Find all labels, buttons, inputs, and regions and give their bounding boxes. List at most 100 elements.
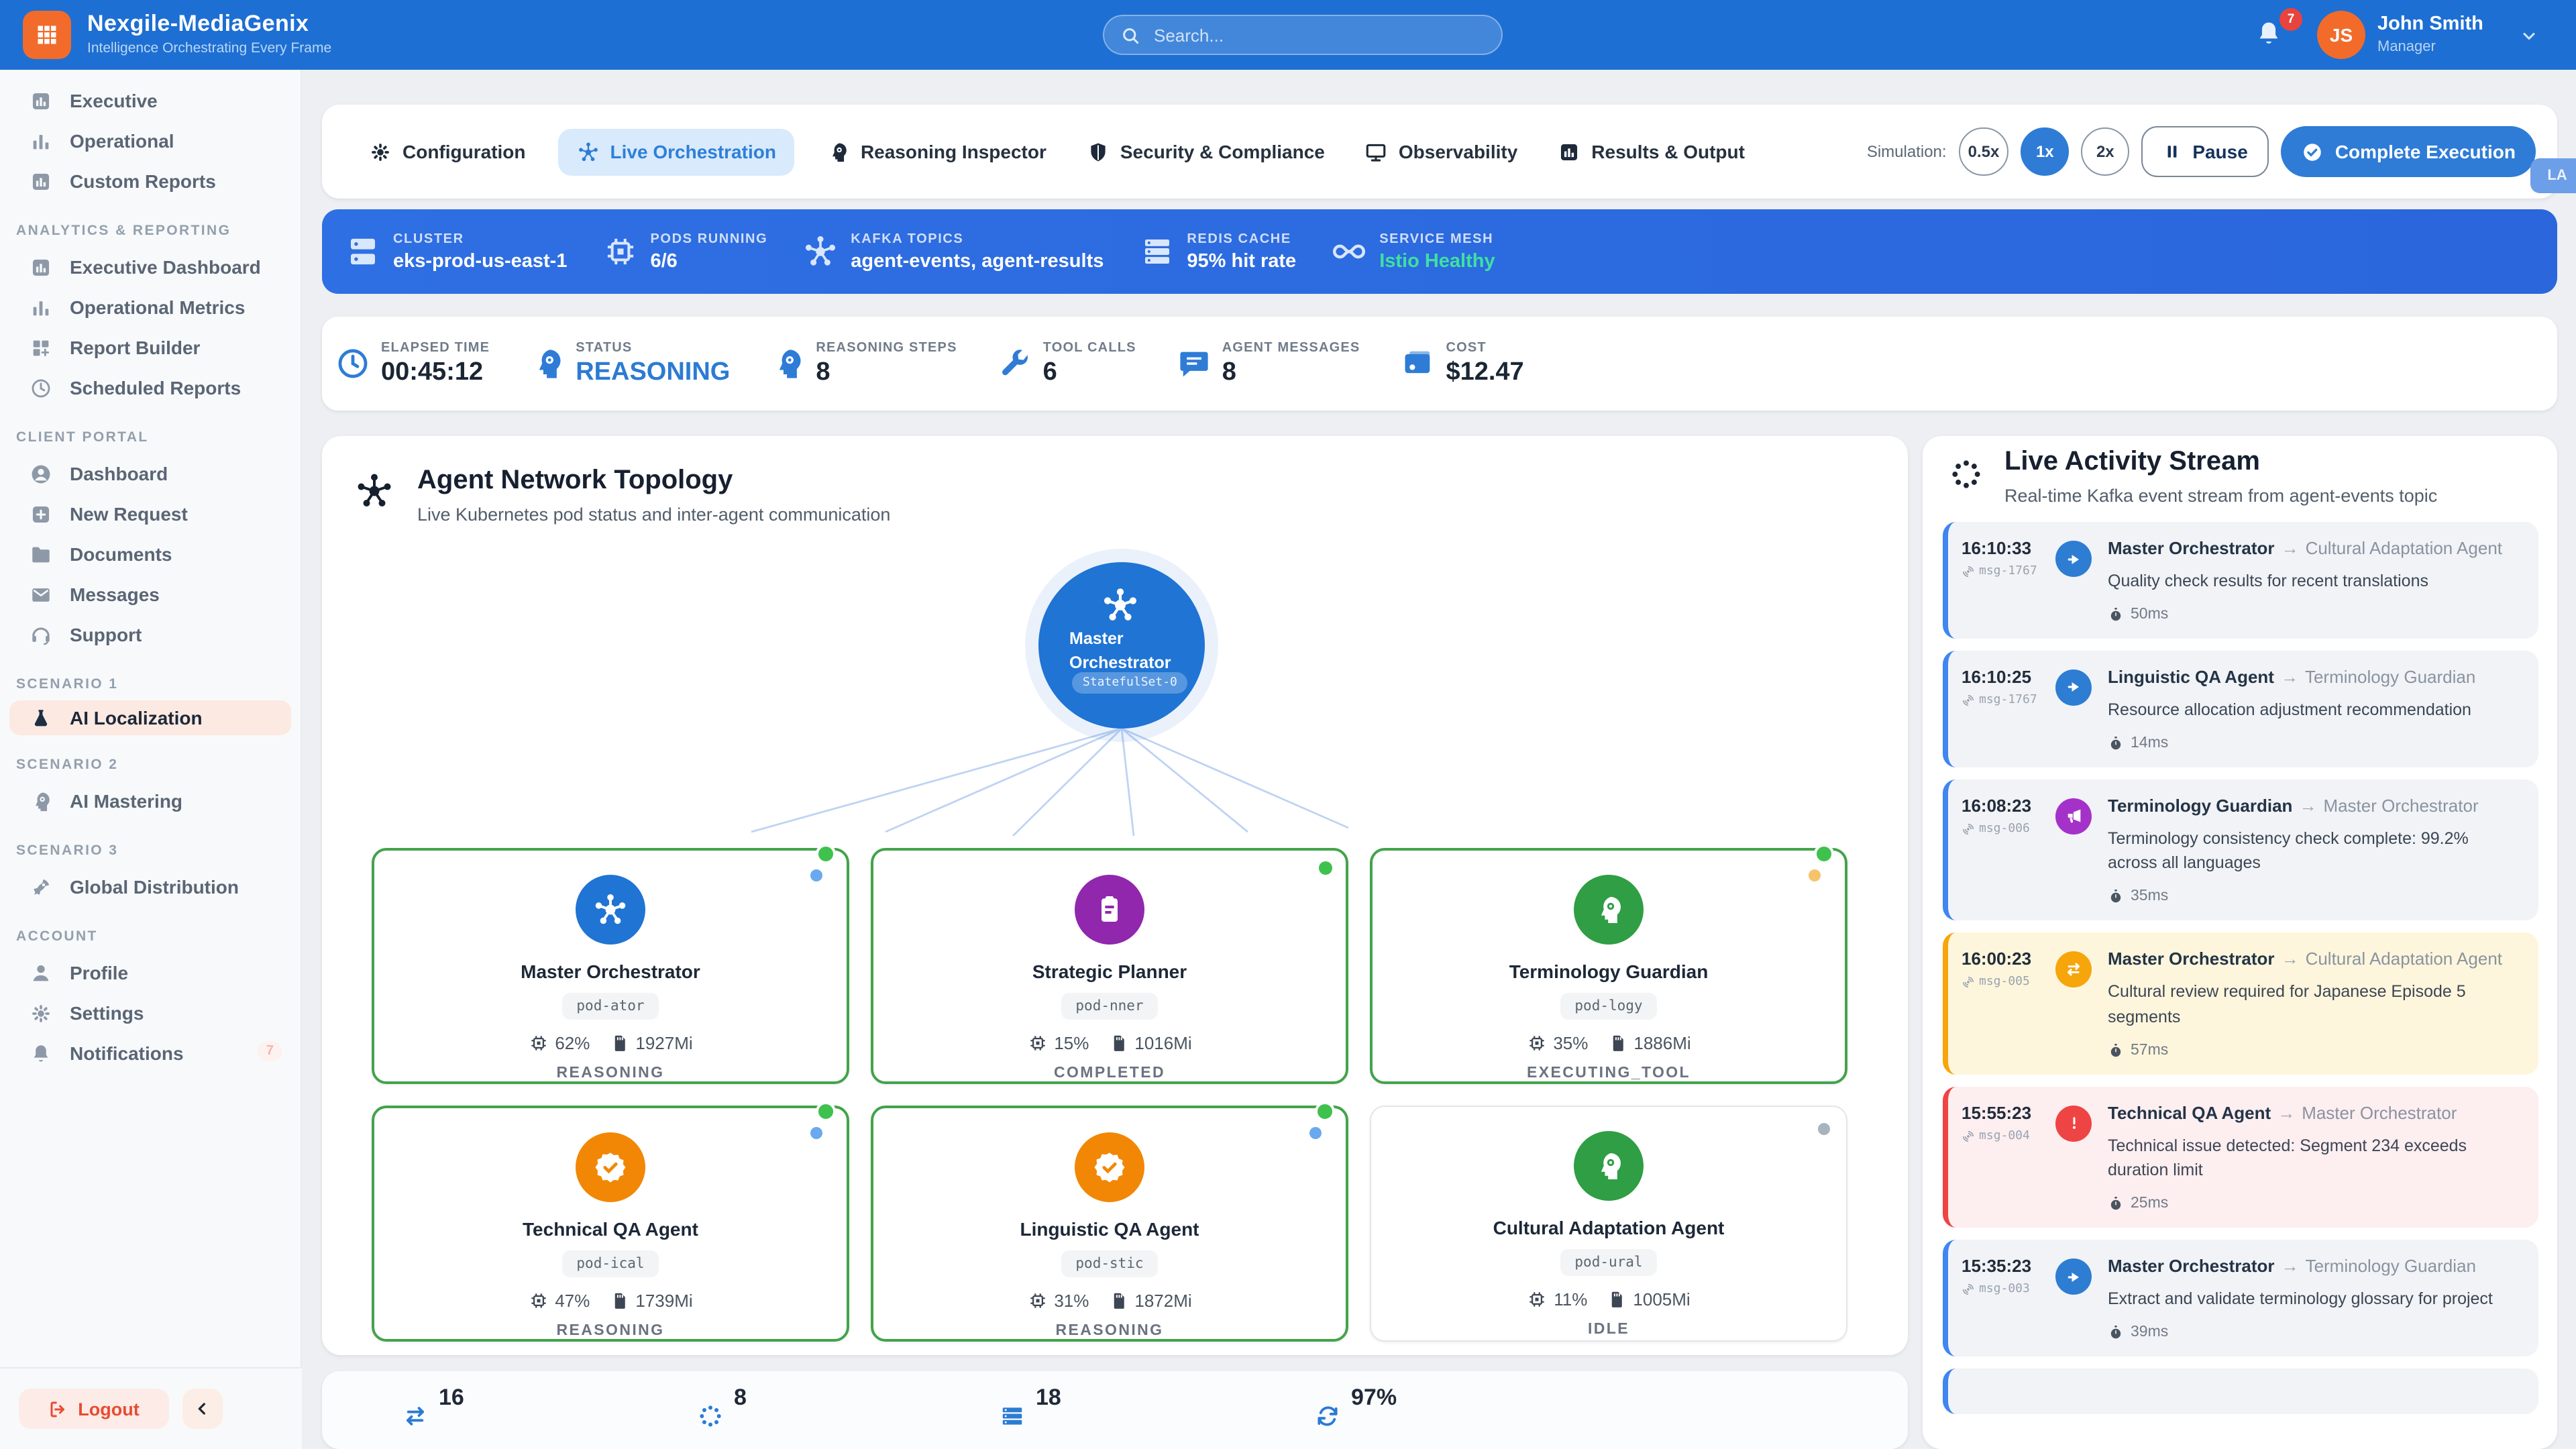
wallet-icon xyxy=(1400,346,1435,381)
event-item[interactable]: 16:10:33 msg-1767 Master Orchestrator Cul… xyxy=(1943,522,2538,639)
agent-card-cultural-adaptation[interactable]: Cultural Adaptation Agent pod-ural 11% 1… xyxy=(1370,1106,1847,1342)
simulation-label: Simulation: xyxy=(1866,142,1947,161)
tab-observability[interactable]: Observability xyxy=(1357,128,1525,175)
sidebar-collapse-button[interactable] xyxy=(182,1389,223,1429)
sidebar-item-executive-dashboard[interactable]: Executive Dashboard xyxy=(0,247,301,287)
event-item[interactable]: 15:55:23 msg-004 Technical QA Agent Maste… xyxy=(1943,1086,2538,1228)
speed-2x-button[interactable]: 2x xyxy=(2081,127,2130,176)
sidebar-item-new-request[interactable]: New Request xyxy=(0,494,301,534)
sidebar-item-global-distribution[interactable]: Global Distribution xyxy=(0,867,301,907)
memory-icon xyxy=(608,1033,629,1053)
sidebar-item-label: Global Distribution xyxy=(70,876,239,898)
tab-live-orchestration[interactable]: Live Orchestration xyxy=(557,128,795,175)
agent-name: Master Orchestrator xyxy=(521,961,700,982)
sidebar-item-operational-metrics[interactable]: Operational Metrics xyxy=(0,287,301,327)
sidebar-item-documents[interactable]: Documents xyxy=(0,534,301,574)
tab-configuration[interactable]: Configuration xyxy=(361,128,534,175)
agent-cards-grid: Master Orchestrator pod-ator 62% 1927Mi … xyxy=(372,844,1847,1342)
app-logo[interactable] xyxy=(23,11,71,59)
tab-label: Live Orchestration xyxy=(610,141,776,162)
sidebar-item-label: Executive xyxy=(70,90,158,111)
event-list[interactable]: 16:10:33 msg-1767 Master Orchestrator Cul… xyxy=(1943,522,2538,1414)
agent-card-linguistic-qa[interactable]: Linguistic QA Agent pod-stic 31% 1872Mi … xyxy=(871,1102,1348,1342)
badge-check-icon xyxy=(576,1132,645,1202)
pause-button[interactable]: Pause xyxy=(2141,126,2269,177)
sidebar-item-dashboard[interactable]: Dashboard xyxy=(0,453,301,494)
complete-execution-button[interactable]: Complete Execution xyxy=(2281,126,2536,177)
alert-icon xyxy=(2055,1105,2092,1141)
user-menu[interactable]: John Smith Manager xyxy=(2377,13,2483,56)
event-item-partial xyxy=(1943,1368,2538,1414)
sidebar-item-settings[interactable]: Settings xyxy=(0,993,301,1033)
activity-dot xyxy=(810,869,822,881)
sidebar-item-executive[interactable]: Executive xyxy=(0,80,301,121)
sidebar-item-report-builder[interactable]: Report Builder xyxy=(0,327,301,368)
spinner-icon xyxy=(698,1403,723,1429)
network-hub-icon xyxy=(576,875,645,945)
shield-icon xyxy=(1087,140,1110,163)
sidebar-item-scheduled-reports[interactable]: Scheduled Reports xyxy=(0,368,301,408)
live-activity-stream-panel: Live Activity Stream Real-time Kafka eve… xyxy=(1923,436,2557,1449)
speed-1x-button[interactable]: 1x xyxy=(2021,127,2070,176)
event-item[interactable]: 15:35:23 msg-003 Master Orchestrator Term… xyxy=(1943,1240,2538,1356)
event-to: Terminology Guardian xyxy=(2304,666,2476,687)
event-time: 16:10:33 xyxy=(1962,538,2032,558)
clipboard-icon xyxy=(1075,875,1144,945)
metric-label: REASONING STEPS xyxy=(816,340,957,355)
user-circle-icon xyxy=(30,462,52,485)
sidebar-item-ai-localization[interactable]: AI Localization xyxy=(9,700,291,735)
sidebar-item-custom-reports[interactable]: Custom Reports xyxy=(0,161,301,201)
redis-info: REDIS CACHE 95% hit rate xyxy=(1138,231,1296,272)
event-msg-id: msg-004 xyxy=(1979,1129,2030,1142)
banner-label: SERVICE MESH xyxy=(1379,231,1494,246)
head-gear-icon xyxy=(770,346,805,381)
search-bar[interactable] xyxy=(1103,15,1503,55)
agent-pod-badge: pod-ural xyxy=(1560,1249,1658,1276)
head-gear-icon xyxy=(1574,1131,1644,1201)
search-input[interactable] xyxy=(1151,23,1465,46)
metric-status: STATUS REASONING xyxy=(530,340,730,387)
tab-security-compliance[interactable]: Security & Compliance xyxy=(1079,128,1333,175)
check-circle-icon xyxy=(2302,140,2324,163)
sidebar-item-ai-mastering[interactable]: AI Mastering xyxy=(0,781,301,821)
sidebar-item-messages[interactable]: Messages xyxy=(0,574,301,614)
sidebar-item-notifications[interactable]: Notifications 7 xyxy=(0,1033,301,1073)
event-item[interactable]: 16:08:23 msg-006 Terminology Guardian Mas… xyxy=(1943,779,2538,920)
tab-results-output[interactable]: Results & Output xyxy=(1550,128,1753,175)
agent-card-terminology-guardian[interactable]: Terminology Guardian pod-logy 35% 1886Mi… xyxy=(1370,844,1847,1084)
idle-dot xyxy=(1818,1123,1830,1135)
spinner-icon xyxy=(1949,458,1983,491)
topology-subtitle: Live Kubernetes pod status and inter-age… xyxy=(417,504,891,525)
agent-status: IDLE xyxy=(1588,1322,1629,1338)
event-duration: 57ms xyxy=(2131,1042,2169,1058)
memory-icon xyxy=(608,1291,629,1311)
master-orchestrator-node[interactable]: Master Orchestrator StatefulSet-0 xyxy=(1038,562,1205,729)
healthy-dot xyxy=(816,1102,836,1122)
chevron-down-icon[interactable] xyxy=(2520,27,2538,46)
bar-chart-icon xyxy=(30,296,52,319)
logout-label: Logout xyxy=(78,1399,140,1419)
agent-card-strategic-planner[interactable]: Strategic Planner pod-nner 15% 1016Mi CO… xyxy=(871,848,1348,1084)
speed-0-5x-button[interactable]: 0.5x xyxy=(1958,127,2009,176)
agent-card-master-orchestrator[interactable]: Master Orchestrator pod-ator 62% 1927Mi … xyxy=(372,844,849,1084)
agent-card-technical-qa[interactable]: Technical QA Agent pod-ical 47% 1739Mi R… xyxy=(372,1102,849,1342)
activity-dot xyxy=(810,1127,822,1139)
avatar[interactable]: JS xyxy=(2317,11,2365,59)
event-message: Terminology consistency check complete: … xyxy=(2108,828,2469,873)
sidebar-item-support[interactable]: Support xyxy=(0,614,301,655)
notifications-button[interactable]: 7 xyxy=(2254,8,2302,56)
communication-stats-strip: 16 8 18 97% xyxy=(322,1371,1908,1449)
tab-reasoning-inspector[interactable]: Reasoning Inspector xyxy=(819,128,1055,175)
stopwatch-icon xyxy=(2108,735,2124,751)
floating-widget-badge[interactable]: LA xyxy=(2530,158,2576,193)
metric-value: 00:45:12 xyxy=(381,358,484,386)
event-from: Master Orchestrator xyxy=(2108,538,2275,558)
complete-execution-label: Complete Execution xyxy=(2334,141,2516,162)
logout-button[interactable]: Logout xyxy=(19,1389,169,1429)
sidebar-item-operational[interactable]: Operational xyxy=(0,121,301,161)
sidebar-item-profile[interactable]: Profile xyxy=(0,953,301,993)
event-item[interactable]: 16:10:25 msg-1767 Linguistic QA Agent Ter… xyxy=(1943,650,2538,767)
event-item[interactable]: 16:00:23 msg-005 Master Orchestrator Cult… xyxy=(1943,932,2538,1074)
event-duration: 50ms xyxy=(2131,606,2169,623)
mesh-icon xyxy=(1331,233,1367,270)
